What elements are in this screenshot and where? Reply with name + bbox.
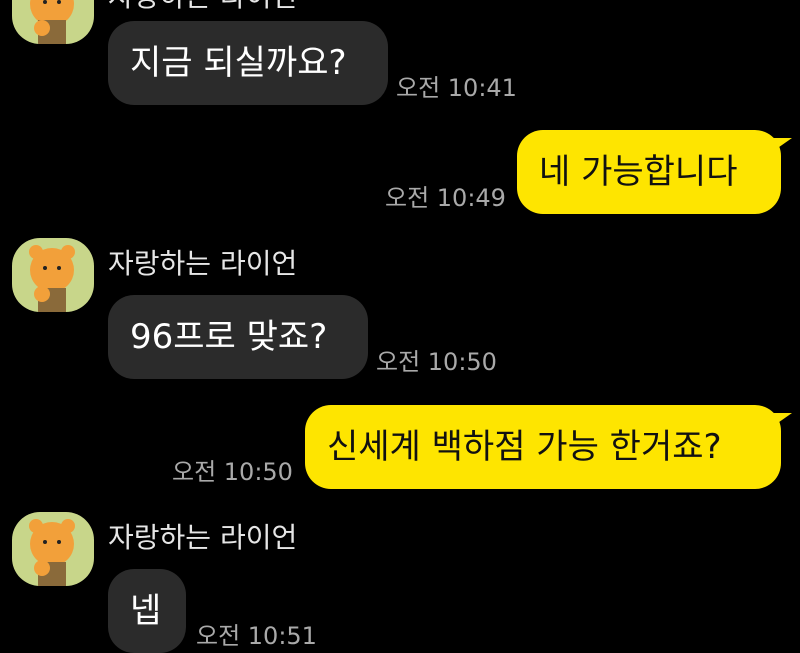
message-timestamp: 오전 10:50: [172, 458, 293, 486]
message-timestamp: 오전 10:51: [196, 622, 317, 650]
sender-name-partial: 자랑하는 라이언: [108, 0, 297, 14]
incoming-message-bubble[interactable]: 넵: [108, 569, 186, 653]
bubble-tail: [772, 138, 792, 152]
ryan-profile-icon[interactable]: [12, 238, 94, 312]
bubble-tail: [772, 413, 792, 427]
message-timestamp: 오전 10:41: [396, 74, 517, 102]
ryan-profile-icon[interactable]: [12, 512, 94, 586]
sender-name: 자랑하는 라이언: [108, 247, 298, 280]
incoming-message-bubble[interactable]: 지금 되실까요?: [108, 21, 388, 105]
message-timestamp: 오전 10:49: [385, 184, 506, 212]
message-timestamp: 오전 10:50: [376, 348, 497, 376]
incoming-message-bubble[interactable]: 96프로 맞죠?: [108, 295, 368, 379]
sender-name: 자랑하는 라이언: [108, 521, 298, 554]
outgoing-message-bubble[interactable]: 신세계 백하점 가능 한거죠?: [305, 405, 781, 489]
ryan-profile-icon[interactable]: [12, 0, 94, 44]
outgoing-message-bubble[interactable]: 네 가능합니다: [517, 130, 781, 214]
